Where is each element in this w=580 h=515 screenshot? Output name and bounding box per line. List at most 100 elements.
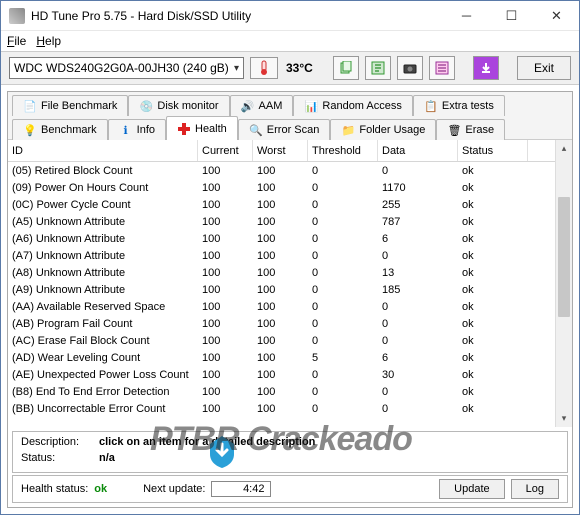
menu-file[interactable]: File: [7, 34, 26, 48]
close-button[interactable]: ✕: [534, 1, 579, 31]
exit-button[interactable]: Exit: [517, 56, 571, 80]
scroll-up-icon[interactable]: ▴: [556, 140, 572, 157]
cell-worst: 100: [253, 216, 308, 228]
table-row[interactable]: (A8) Unknown Attribute100100013ok: [8, 264, 572, 281]
cell-status: ok: [458, 250, 528, 262]
table-row[interactable]: (A6) Unknown Attribute10010006ok: [8, 230, 572, 247]
cell-threshold: 0: [308, 199, 378, 211]
col-id[interactable]: ID: [8, 140, 198, 161]
tab-error-scan[interactable]: 🔍Error Scan: [238, 119, 331, 140]
tab-benchmark[interactable]: 💡Benchmark: [12, 119, 108, 140]
table-row[interactable]: (AD) Wear Leveling Count10010056ok: [8, 349, 572, 366]
cell-current: 100: [198, 267, 253, 279]
cell-id: (A9) Unknown Attribute: [8, 284, 198, 296]
options-button[interactable]: [429, 56, 455, 80]
cell-worst: 100: [253, 403, 308, 415]
table-row[interactable]: (0C) Power Cycle Count1001000255ok: [8, 196, 572, 213]
scroll-track[interactable]: [556, 157, 572, 410]
cell-data: 13: [378, 267, 458, 279]
toolbar: WDC WDS240G2G0A-00JH30 (240 gB) ▾ 33°C E…: [1, 51, 579, 85]
cell-id: (AC) Erase Fail Block Count: [8, 335, 198, 347]
scrollbar[interactable]: ▴ ▾: [555, 140, 572, 427]
table-row[interactable]: (A7) Unknown Attribute10010000ok: [8, 247, 572, 264]
col-data[interactable]: Data: [378, 140, 458, 161]
menu-bar: File Help: [1, 31, 579, 51]
download-button[interactable]: [473, 56, 499, 80]
drive-select[interactable]: WDC WDS240G2G0A-00JH30 (240 gB) ▾: [9, 57, 244, 79]
cell-status: ok: [458, 182, 528, 194]
tab-extra-tests[interactable]: 📋Extra tests: [413, 95, 505, 116]
cell-worst: 100: [253, 182, 308, 194]
tab-health[interactable]: Health: [166, 116, 238, 140]
cell-current: 100: [198, 403, 253, 415]
cell-data: 6: [378, 233, 458, 245]
maximize-button[interactable]: ☐: [489, 1, 534, 31]
log-button[interactable]: Log: [511, 479, 559, 499]
next-update-label: Next update:: [143, 483, 205, 495]
table-row[interactable]: (A9) Unknown Attribute1001000185ok: [8, 281, 572, 298]
cell-id: (AA) Available Reserved Space: [8, 301, 198, 313]
minimize-button[interactable]: ─: [444, 1, 489, 31]
cell-status: ok: [458, 284, 528, 296]
chevron-down-icon: ▾: [234, 63, 239, 74]
menu-help[interactable]: Help: [36, 34, 61, 48]
cell-status: ok: [458, 369, 528, 381]
title-bar: HD Tune Pro 5.75 - Hard Disk/SSD Utility…: [1, 1, 579, 31]
table-row[interactable]: (AC) Erase Fail Block Count10010000ok: [8, 332, 572, 349]
update-button[interactable]: Update: [439, 479, 504, 499]
cell-threshold: 0: [308, 165, 378, 177]
cell-id: (AD) Wear Leveling Count: [8, 352, 198, 364]
table-row[interactable]: (AA) Available Reserved Space10010000ok: [8, 298, 572, 315]
table-row[interactable]: (05) Retired Block Count10010000ok: [8, 162, 572, 179]
col-status[interactable]: Status: [458, 140, 528, 161]
table-row[interactable]: (AE) Unexpected Power Loss Count10010003…: [8, 366, 572, 383]
cell-data: 185: [378, 284, 458, 296]
tab-erase[interactable]: 🗑Erase: [436, 119, 505, 140]
scroll-thumb[interactable]: [558, 197, 570, 317]
cell-current: 100: [198, 386, 253, 398]
tab-file-benchmark[interactable]: 📄File Benchmark: [12, 95, 128, 116]
cell-id: (AE) Unexpected Power Loss Count: [8, 369, 198, 381]
col-worst[interactable]: Worst: [253, 140, 308, 161]
table-row[interactable]: (A5) Unknown Attribute1001000787ok: [8, 213, 572, 230]
table-row[interactable]: (B8) End To End Error Detection10010000o…: [8, 383, 572, 400]
tab-folder-usage[interactable]: 📁Folder Usage: [330, 119, 436, 140]
table-row[interactable]: (09) Power On Hours Count10010001170ok: [8, 179, 572, 196]
window-title: HD Tune Pro 5.75 - Hard Disk/SSD Utility: [31, 9, 444, 23]
col-current[interactable]: Current: [198, 140, 253, 161]
cell-current: 100: [198, 284, 253, 296]
cell-current: 100: [198, 165, 253, 177]
cell-id: (05) Retired Block Count: [8, 165, 198, 177]
cell-data: 0: [378, 386, 458, 398]
col-threshold[interactable]: Threshold: [308, 140, 378, 161]
tab-aam[interactable]: 🔊AAM: [230, 95, 294, 116]
cell-threshold: 0: [308, 182, 378, 194]
scroll-down-icon[interactable]: ▾: [556, 410, 572, 427]
table-row[interactable]: (AB) Program Fail Count10010000ok: [8, 315, 572, 332]
thermometer-icon[interactable]: [250, 57, 278, 79]
cell-data: 0: [378, 318, 458, 330]
copy-info-button[interactable]: [333, 56, 359, 80]
cell-threshold: 5: [308, 352, 378, 364]
footer: Health status: ok Next update: 4:42 Upda…: [12, 475, 568, 503]
cell-data: 0: [378, 335, 458, 347]
cell-threshold: 0: [308, 284, 378, 296]
cell-data: 0: [378, 165, 458, 177]
tab-disk-monitor[interactable]: 💿Disk monitor: [128, 95, 229, 116]
window-buttons: ─ ☐ ✕: [444, 1, 579, 31]
cell-threshold: 0: [308, 216, 378, 228]
screenshot-button[interactable]: [397, 56, 423, 80]
cell-id: (AB) Program Fail Count: [8, 318, 198, 330]
cell-id: (A7) Unknown Attribute: [8, 250, 198, 262]
cell-threshold: 0: [308, 250, 378, 262]
table-row[interactable]: (BB) Uncorrectable Error Count10010000ok: [8, 400, 572, 417]
tab-info[interactable]: ℹInfo: [108, 119, 166, 140]
tab-random-access[interactable]: 📊Random Access: [293, 95, 412, 116]
cell-data: 0: [378, 301, 458, 313]
cell-threshold: 0: [308, 386, 378, 398]
extra-tests-icon: 📋: [424, 99, 438, 113]
health-icon: [177, 122, 191, 136]
cell-threshold: 0: [308, 369, 378, 381]
cell-threshold: 0: [308, 318, 378, 330]
save-button[interactable]: [365, 56, 391, 80]
